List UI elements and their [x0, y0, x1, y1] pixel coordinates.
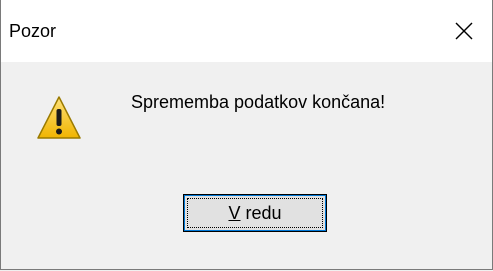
close-button[interactable]	[436, 0, 492, 62]
ok-button-mnemonic: V	[228, 202, 241, 223]
warning-icon	[37, 96, 81, 139]
ok-button-label-rest: redu	[240, 202, 282, 223]
close-icon	[455, 22, 473, 40]
dialog-title: Pozor	[9, 21, 57, 41]
ok-button[interactable]: V redu	[183, 194, 327, 232]
dialog-body: Sprememba podatkov končana! V redu	[1, 62, 492, 269]
message-dialog: Pozor Sprememba podatkov končana! V redu	[0, 0, 493, 270]
dialog-message: Sprememba podatkov končana!	[131, 92, 386, 112]
title-bar: Pozor	[1, 0, 492, 62]
ok-button-label: V redu	[228, 203, 281, 224]
